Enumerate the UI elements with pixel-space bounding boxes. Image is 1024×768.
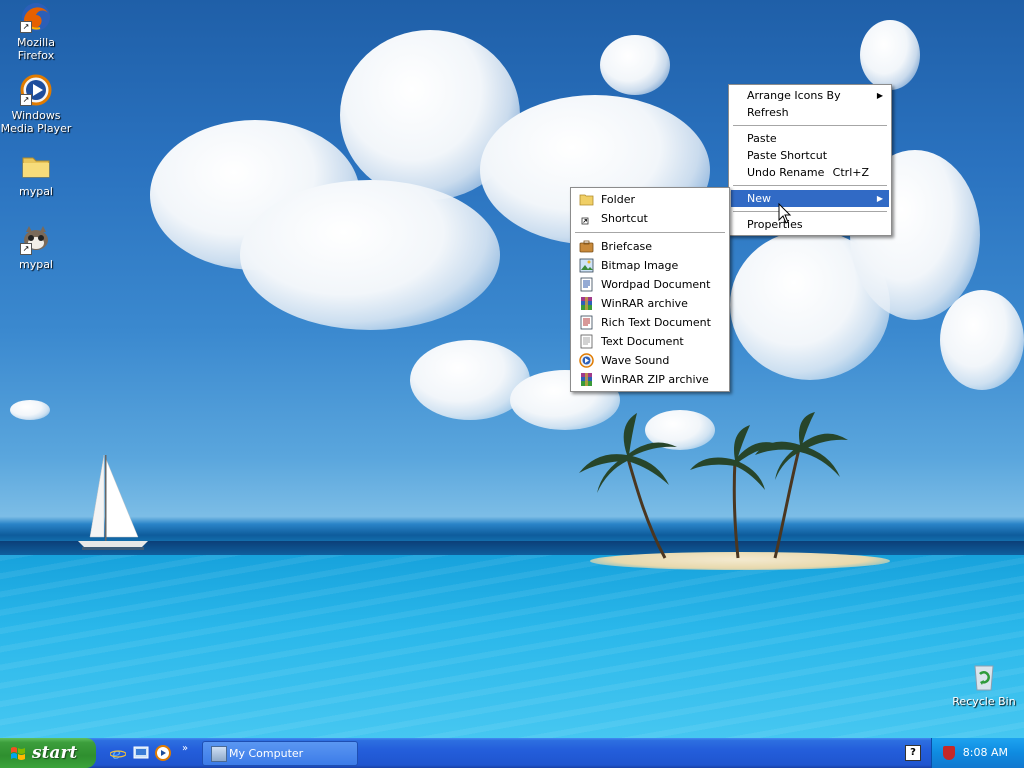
wallpaper-cloud	[10, 400, 50, 420]
menu-item-new[interactable]: New ▶	[731, 190, 889, 207]
new-item-wordpad-document[interactable]: Wordpad Document	[573, 275, 727, 294]
mouse-cursor-icon	[778, 203, 792, 224]
security-shield-icon[interactable]	[943, 746, 955, 760]
wordpad-icon	[580, 277, 593, 292]
menu-separator	[733, 125, 887, 126]
taskbar: start e » My Computer 8:08 AM	[0, 738, 1024, 768]
menu-item-label: Paste Shortcut	[747, 149, 828, 162]
menu-item-refresh[interactable]: Refresh	[731, 104, 889, 121]
menu-item-shortcut-key: Ctrl+Z	[832, 166, 869, 179]
text-document-icon	[580, 334, 593, 349]
start-label: start	[32, 743, 78, 763]
menu-item-properties[interactable]: Properties	[731, 216, 889, 233]
submenu-arrow-icon: ▶	[876, 91, 883, 100]
menu-item-label: Paste	[747, 132, 777, 145]
help-icon[interactable]: ?	[905, 745, 921, 761]
briefcase-icon	[579, 240, 594, 253]
desktop-icon-firefox[interactable]: ↗ Mozilla Firefox	[0, 1, 72, 62]
desktop-icon-media-player[interactable]: ↗ Windows Media Player	[0, 74, 72, 135]
new-submenu: Folder Shortcut Briefcase Bitmap Image W…	[570, 187, 730, 392]
desktop-wallpaper[interactable]: ↗ Mozilla Firefox ↗ Windows Media Player…	[0, 0, 1024, 738]
winrar-icon	[581, 297, 592, 310]
menu-item-label: Briefcase	[601, 240, 653, 253]
desktop-icon-label: Recycle Bin	[952, 695, 1016, 708]
desktop-icon-label: mypal	[18, 258, 53, 271]
new-item-folder[interactable]: Folder	[573, 190, 727, 209]
sailboat-image	[78, 455, 148, 550]
desktop-context-menu: Arrange Icons By ▶ Refresh Paste Paste S…	[728, 84, 892, 236]
menu-item-label: Properties	[747, 218, 803, 231]
menu-item-label: New	[747, 192, 771, 205]
windows-flag-icon	[11, 747, 25, 760]
new-item-rich-text-document[interactable]: Rich Text Document	[573, 313, 727, 332]
new-item-wave-sound[interactable]: Wave Sound	[573, 351, 727, 370]
desktop-icon-mypal-app[interactable]: ↗ mypal	[0, 223, 72, 271]
bitmap-icon	[579, 258, 594, 273]
menu-item-label: Wave Sound	[601, 354, 670, 367]
new-item-winrar-zip-archive[interactable]: WinRAR ZIP archive	[573, 370, 727, 389]
desktop-icon-mypal-folder[interactable]: mypal	[0, 150, 72, 198]
winrar-zip-icon	[581, 373, 592, 386]
menu-item-label: Refresh	[747, 106, 789, 119]
menu-item-label: Rich Text Document	[601, 316, 711, 329]
svg-text:e: e	[112, 745, 121, 761]
wallpaper-cloud	[240, 180, 500, 330]
desktop-icon-label: Mozilla Firefox	[17, 36, 55, 62]
tray-clock[interactable]: 8:08 AM	[963, 738, 1008, 768]
shortcut-arrow-icon: ↗	[20, 243, 32, 255]
menu-item-label: Text Document	[601, 335, 684, 348]
desktop-icon-label: mypal	[18, 185, 53, 198]
menu-separator	[575, 232, 725, 233]
media-player-quick-launch-icon[interactable]	[155, 745, 171, 761]
new-item-shortcut[interactable]: Shortcut	[573, 209, 727, 228]
wallpaper-cloud	[940, 290, 1024, 390]
mypal-app-icon: ↗	[20, 223, 52, 255]
menu-item-arrange-icons[interactable]: Arrange Icons By ▶	[731, 87, 889, 104]
rtf-icon	[580, 315, 593, 330]
desktop-icon-recycle-bin[interactable]: Recycle Bin	[948, 660, 1020, 708]
wallpaper-sea	[0, 555, 1024, 738]
menu-item-label: Arrange Icons By	[747, 89, 841, 102]
show-desktop-icon[interactable]	[133, 745, 149, 761]
taskbar-button-label: My Computer	[229, 747, 304, 760]
menu-separator	[733, 185, 887, 186]
wallpaper-horizon	[0, 541, 1024, 555]
menu-item-label: Wordpad Document	[601, 278, 711, 291]
menu-item-paste-shortcut[interactable]: Paste Shortcut	[731, 147, 889, 164]
folder-icon	[20, 150, 52, 182]
menu-item-undo-rename[interactable]: Undo Rename Ctrl+Z	[731, 164, 889, 181]
new-item-bitmap-image[interactable]: Bitmap Image	[573, 256, 727, 275]
start-button[interactable]: start	[0, 738, 96, 768]
desktop-icon-label: Windows Media Player	[0, 109, 72, 135]
my-computer-icon	[211, 746, 227, 762]
menu-separator	[733, 211, 887, 212]
wallpaper-cloud	[600, 35, 670, 95]
taskbar-button-my-computer[interactable]: My Computer	[202, 741, 358, 766]
new-item-briefcase[interactable]: Briefcase	[573, 237, 727, 256]
menu-item-label: Undo Rename	[747, 166, 825, 179]
menu-item-label: Shortcut	[601, 212, 648, 225]
wave-sound-icon	[579, 353, 594, 368]
internet-explorer-icon[interactable]: e	[109, 745, 127, 763]
wallpaper-cloud	[860, 20, 920, 90]
new-item-text-document[interactable]: Text Document	[573, 332, 727, 351]
new-item-winrar-archive[interactable]: WinRAR archive	[573, 294, 727, 313]
shortcut-icon	[581, 217, 589, 225]
palm-trees-image	[579, 412, 848, 559]
menu-item-label: WinRAR ZIP archive	[601, 373, 709, 386]
menu-item-label: Bitmap Image	[601, 259, 679, 272]
firefox-icon: ↗	[20, 1, 52, 33]
media-player-icon: ↗	[20, 74, 52, 106]
menu-item-label: Folder	[601, 193, 635, 206]
recycle-bin-icon	[968, 660, 1000, 692]
shortcut-arrow-icon: ↗	[20, 94, 32, 106]
menu-item-label: WinRAR archive	[601, 297, 688, 310]
system-tray: 8:08 AM	[931, 738, 1024, 768]
menu-item-paste[interactable]: Paste	[731, 130, 889, 147]
shortcut-arrow-icon: ↗	[20, 21, 32, 33]
quick-launch-chevron-icon[interactable]: »	[182, 743, 188, 754]
submenu-arrow-icon: ▶	[876, 194, 883, 203]
folder-icon	[579, 194, 594, 206]
